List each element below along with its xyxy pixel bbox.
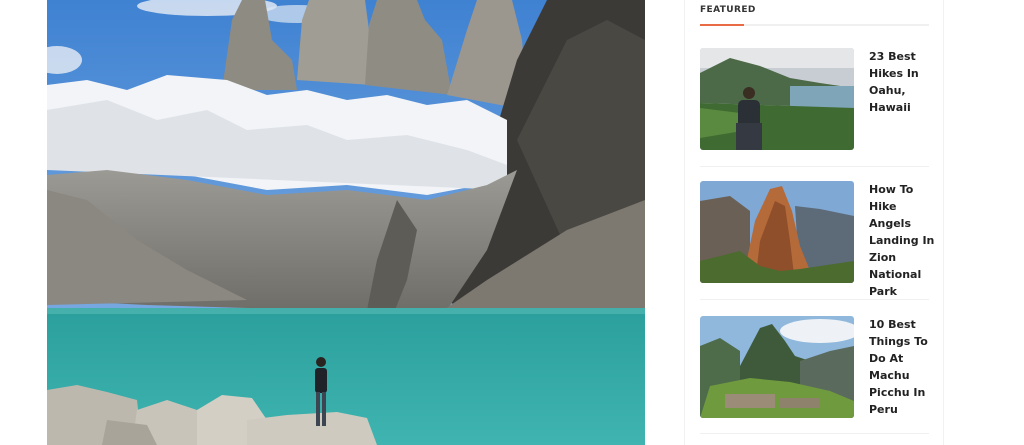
post-thumbnail-hawaii[interactable]	[700, 48, 854, 150]
post-divider	[700, 299, 929, 300]
post-title[interactable]: 23 Best Hikes In Oahu, Hawaii	[869, 48, 935, 116]
post-divider	[700, 166, 929, 167]
hero-image[interactable]	[47, 0, 645, 445]
featured-header: FEATURED	[700, 0, 929, 26]
post-title[interactable]: How To Hike Angels Landing In Zion Natio…	[869, 181, 935, 300]
heading-accent-underline	[700, 24, 744, 26]
torres-del-paine-photo	[47, 0, 645, 445]
featured-sidebar: FEATURED 23 Best Hikes In Oahu, Hawaii H…	[684, 0, 944, 445]
post-thumbnail-zion[interactable]	[700, 181, 854, 283]
zion-angels-landing-image	[700, 181, 854, 283]
post-title[interactable]: 10 Best Things To Do At Machu Picchu In …	[869, 316, 935, 418]
post-thumbnail-machu-picchu[interactable]	[700, 316, 854, 418]
machu-picchu-image	[700, 316, 854, 418]
featured-heading: FEATURED	[700, 5, 756, 15]
hawaii-hiker-image	[700, 48, 854, 150]
post-divider	[700, 433, 929, 434]
